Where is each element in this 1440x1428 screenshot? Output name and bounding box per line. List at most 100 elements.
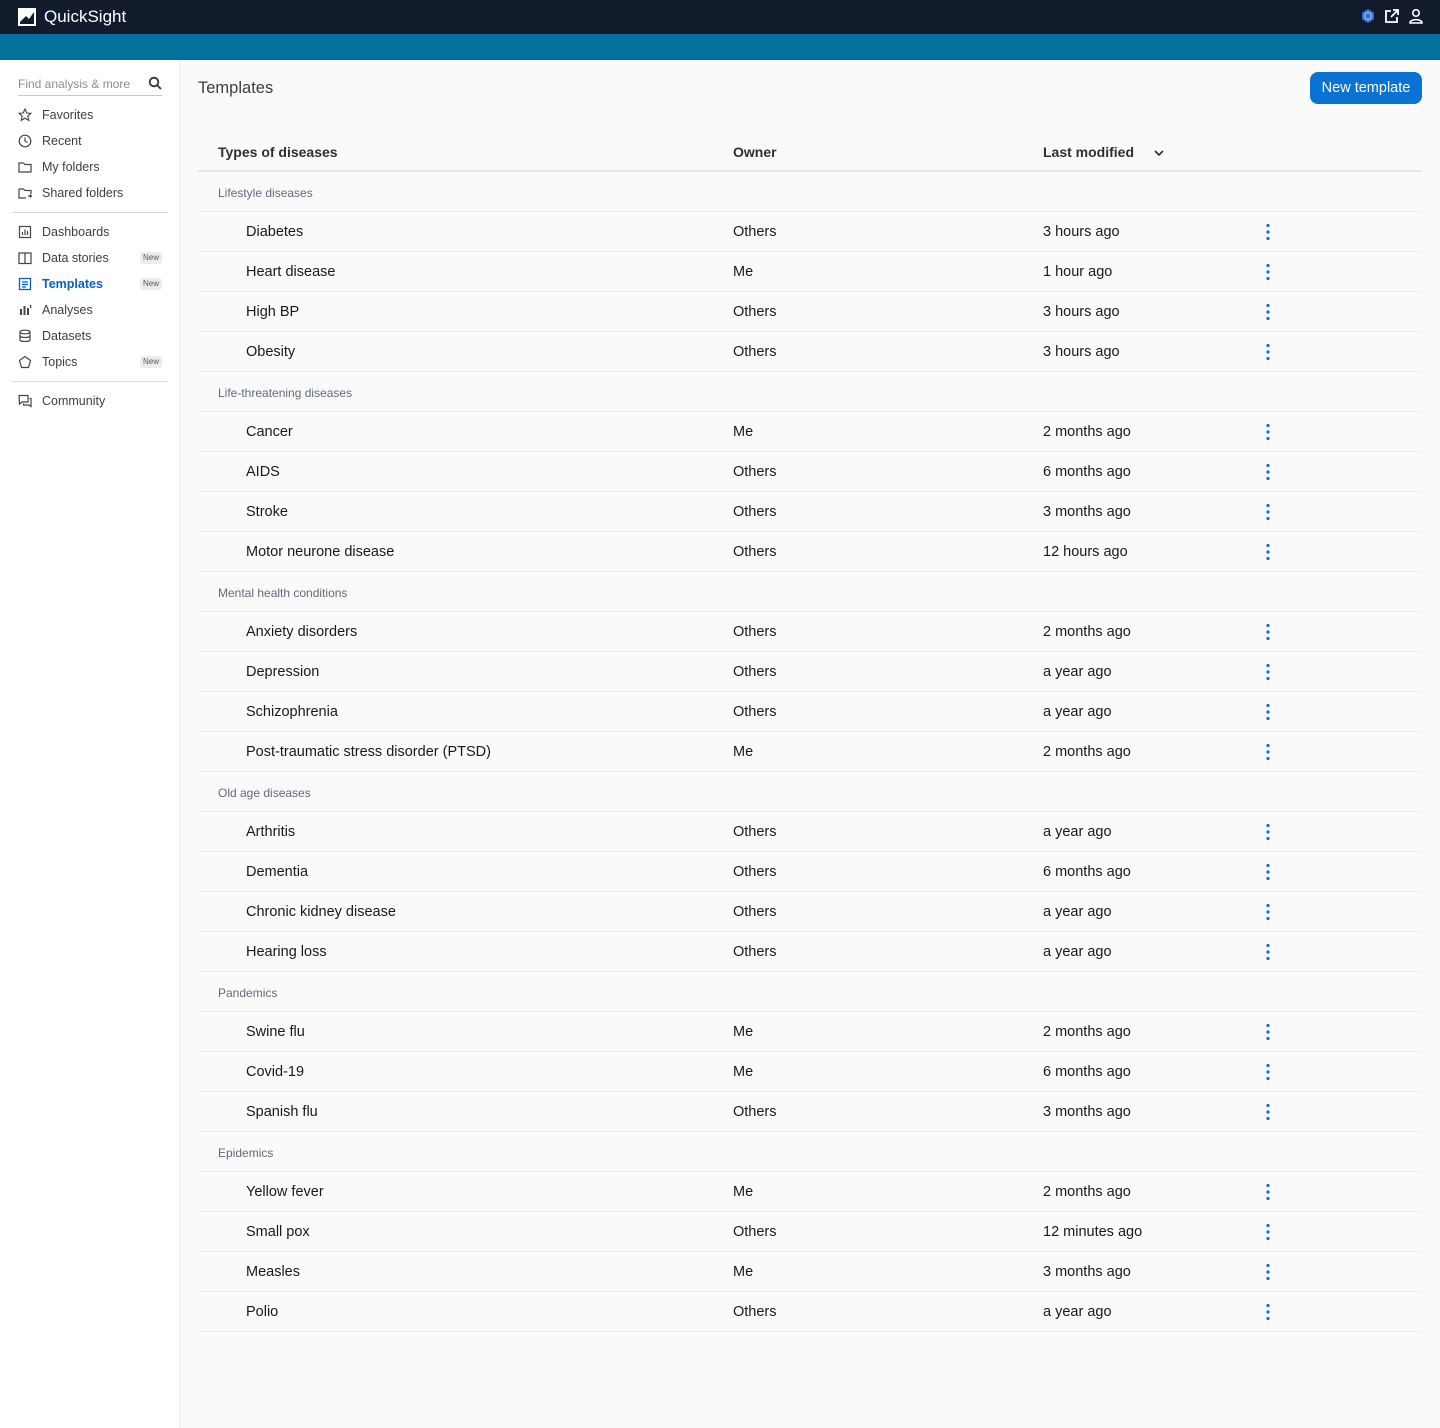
table-row[interactable]: Yellow fever Me 2 months ago	[198, 1172, 1422, 1212]
star-icon	[17, 107, 33, 122]
template-name[interactable]: Spanish flu	[246, 1104, 318, 1120]
table-row[interactable]: Arthritis Others a year ago	[198, 812, 1422, 852]
template-name[interactable]: Dementia	[246, 864, 308, 880]
table-row[interactable]: Polio Others a year ago	[198, 1292, 1422, 1332]
owner-cell: Others	[733, 464, 777, 480]
external-link-icon[interactable]	[1384, 8, 1400, 24]
table-row[interactable]: Motor neurone disease Others 12 hours ago	[198, 532, 1422, 572]
more-actions-icon[interactable]	[1260, 623, 1276, 641]
sidebar-item-data-stories[interactable]: Data stories New	[18, 247, 168, 269]
sidebar-item-my-folders[interactable]: My folders	[18, 156, 168, 178]
sidebar-item-shared-folders[interactable]: Shared folders	[18, 182, 168, 204]
last-modified-cell: 2 months ago	[1043, 744, 1131, 760]
more-actions-icon[interactable]	[1260, 863, 1276, 881]
user-icon[interactable]	[1408, 8, 1424, 24]
sidebar-item-favorites[interactable]: Favorites	[17, 104, 168, 126]
sidebar-item-topics[interactable]: Topics New	[18, 351, 168, 373]
more-actions-icon[interactable]	[1260, 1223, 1276, 1241]
template-name[interactable]: Motor neurone disease	[246, 544, 394, 560]
column-header-last-modified[interactable]: Last modified	[1043, 144, 1134, 160]
owner-cell: Others	[733, 824, 777, 840]
sidebar-item-analyses[interactable]: Analyses	[18, 299, 168, 321]
template-name[interactable]: Arthritis	[246, 824, 295, 840]
template-name[interactable]: High BP	[246, 304, 299, 320]
template-name[interactable]: Diabetes	[246, 224, 303, 240]
table-row[interactable]: Obesity Others 3 hours ago	[198, 332, 1422, 372]
table-row[interactable]: Measles Me 3 months ago	[198, 1252, 1422, 1292]
more-actions-icon[interactable]	[1260, 463, 1276, 481]
sidebar-divider	[12, 381, 168, 382]
last-modified-cell: a year ago	[1043, 824, 1112, 840]
more-actions-icon[interactable]	[1260, 823, 1276, 841]
template-name[interactable]: Heart disease	[246, 264, 335, 280]
more-actions-icon[interactable]	[1260, 703, 1276, 721]
more-actions-icon[interactable]	[1260, 1103, 1276, 1121]
more-actions-icon[interactable]	[1260, 1063, 1276, 1081]
sidebar-item-recent[interactable]: Recent	[18, 130, 168, 152]
table-row[interactable]: Stroke Others 3 months ago	[198, 492, 1422, 532]
sidebar-item-community[interactable]: Community	[18, 390, 168, 412]
more-actions-icon[interactable]	[1260, 223, 1276, 241]
more-actions-icon[interactable]	[1260, 743, 1276, 761]
template-name[interactable]: AIDS	[246, 464, 280, 480]
template-name[interactable]: Anxiety disorders	[246, 624, 357, 640]
search-input[interactable]	[18, 76, 142, 91]
more-actions-icon[interactable]	[1260, 503, 1276, 521]
more-actions-icon[interactable]	[1260, 1023, 1276, 1041]
table-row[interactable]: Heart disease Me 1 hour ago	[198, 252, 1422, 292]
template-name[interactable]: Small pox	[246, 1224, 310, 1240]
more-actions-icon[interactable]	[1260, 343, 1276, 361]
last-modified-cell: a year ago	[1043, 664, 1112, 680]
template-name[interactable]: Post-traumatic stress disorder (PTSD)	[246, 744, 491, 760]
table-row[interactable]: Post-traumatic stress disorder (PTSD) Me 2…	[198, 732, 1422, 772]
more-actions-icon[interactable]	[1260, 903, 1276, 921]
more-actions-icon[interactable]	[1260, 663, 1276, 681]
table-row[interactable]: Diabetes Others 3 hours ago	[198, 212, 1422, 252]
owner-cell: Me	[733, 1184, 754, 1200]
template-name[interactable]: Depression	[246, 664, 319, 680]
chevron-down-icon[interactable]	[1153, 146, 1165, 158]
sidebar-item-templates[interactable]: Templates New	[18, 273, 168, 295]
template-name[interactable]: Covid-19	[246, 1064, 304, 1080]
more-actions-icon[interactable]	[1260, 943, 1276, 961]
aws-hexagon-icon[interactable]	[1360, 8, 1376, 24]
more-actions-icon[interactable]	[1260, 263, 1276, 281]
template-name[interactable]: Polio	[246, 1304, 278, 1320]
table-row[interactable]: Cancer Me 2 months ago	[198, 412, 1422, 452]
template-name[interactable]: Obesity	[246, 344, 295, 360]
table-row[interactable]: Anxiety disorders Others 2 months ago	[198, 612, 1422, 652]
brand[interactable]: QuickSight	[18, 7, 126, 27]
template-name[interactable]: Chronic kidney disease	[246, 904, 396, 920]
more-actions-icon[interactable]	[1260, 1263, 1276, 1281]
search-icon[interactable]	[148, 76, 162, 90]
more-actions-icon[interactable]	[1260, 423, 1276, 441]
more-actions-icon[interactable]	[1260, 303, 1276, 321]
table-row[interactable]: Depression Others a year ago	[198, 652, 1422, 692]
template-name[interactable]: Schizophrenia	[246, 704, 338, 720]
table-row[interactable]: Chronic kidney disease Others a year ago	[198, 892, 1422, 932]
table-row[interactable]: Hearing loss Others a year ago	[198, 932, 1422, 972]
table-row[interactable]: Covid-19 Me 6 months ago	[198, 1052, 1422, 1092]
more-actions-icon[interactable]	[1260, 1183, 1276, 1201]
new-template-button[interactable]: New template	[1310, 72, 1422, 104]
more-actions-icon[interactable]	[1260, 1303, 1276, 1321]
column-header-owner[interactable]: Owner	[733, 144, 777, 160]
sidebar-item-dashboards[interactable]: Dashboards	[18, 221, 168, 243]
template-name[interactable]: Cancer	[246, 424, 293, 440]
column-header-name[interactable]: Types of diseases	[218, 144, 338, 160]
template-name[interactable]: Hearing loss	[246, 944, 327, 960]
sidebar-item-datasets[interactable]: Datasets	[18, 325, 168, 347]
table-row[interactable]: AIDS Others 6 months ago	[198, 452, 1422, 492]
table-row[interactable]: High BP Others 3 hours ago	[198, 292, 1422, 332]
table-row[interactable]: Small pox Others 12 minutes ago	[198, 1212, 1422, 1252]
table-row[interactable]: Dementia Others 6 months ago	[198, 852, 1422, 892]
template-name[interactable]: Stroke	[246, 504, 288, 520]
table-row[interactable]: Spanish flu Others 3 months ago	[198, 1092, 1422, 1132]
owner-cell: Others	[733, 1304, 777, 1320]
template-name[interactable]: Yellow fever	[246, 1184, 324, 1200]
table-row[interactable]: Schizophrenia Others a year ago	[198, 692, 1422, 732]
table-row[interactable]: Swine flu Me 2 months ago	[198, 1012, 1422, 1052]
template-name[interactable]: Swine flu	[246, 1024, 305, 1040]
more-actions-icon[interactable]	[1260, 543, 1276, 561]
template-name[interactable]: Measles	[246, 1264, 300, 1280]
